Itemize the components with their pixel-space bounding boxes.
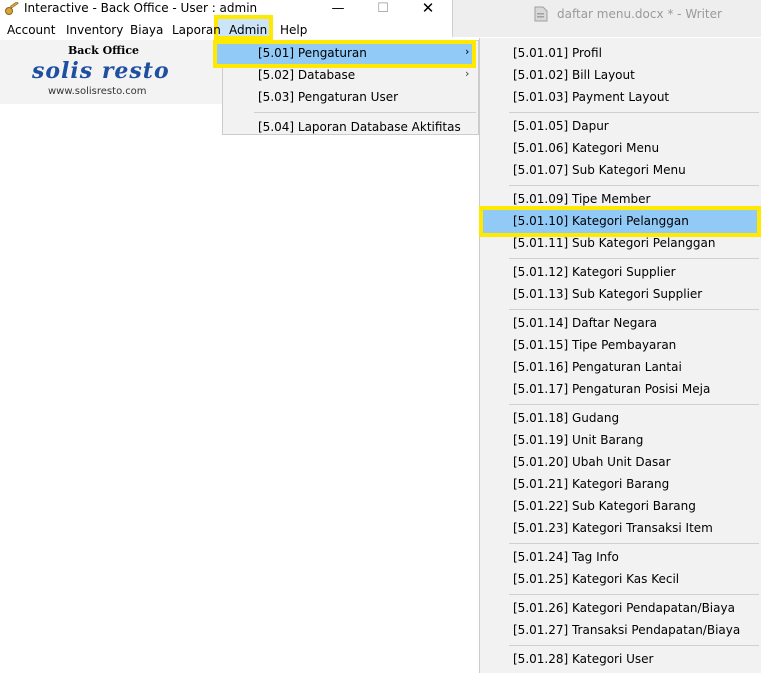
submenu-item-tipe-pembayaran[interactable]: [5.01.15] Tipe Pembayaran (513, 335, 676, 355)
app-key-icon (4, 1, 20, 17)
submenu-item-ubah-unit-dasar[interactable]: [5.01.20] Ubah Unit Dasar (513, 452, 671, 472)
menu-inventory[interactable]: Inventory (66, 21, 123, 39)
submenu-item-profil[interactable]: [5.01.01] Profil (513, 43, 602, 63)
menu-separator (509, 404, 759, 405)
logo-url: www.solisresto.com (48, 86, 147, 97)
window-title: Interactive - Back Office - User : admin (24, 1, 258, 15)
submenu-item-pengaturan-lantai[interactable]: [5.01.16] Pengaturan Lantai (513, 357, 682, 377)
menu-help[interactable]: Help (280, 21, 307, 39)
submenu-item-kategori-pelanggan[interactable]: [5.01.10] Kategori Pelanggan (513, 211, 689, 231)
minimize-button[interactable]: — (315, 0, 361, 19)
menu-item-pengaturan-user[interactable]: [5.03] Pengaturan User (258, 87, 398, 107)
submenu-item-sub-kategori-supplier[interactable]: [5.01.13] Sub Kategori Supplier (513, 284, 702, 304)
menu-separator (254, 112, 476, 113)
writer-window-title: daftar menu.docx * - Writer (557, 7, 722, 21)
submenu-item-payment-layout[interactable]: [5.01.03] Payment Layout (513, 87, 669, 107)
menu-biaya[interactable]: Biaya (130, 21, 163, 39)
menu-separator (509, 645, 759, 646)
submenu-item-kategori-transaksi-item[interactable]: [5.01.23] Kategori Transaksi Item (513, 518, 713, 538)
submenu-item-kategori-user[interactable]: [5.01.28] Kategori User (513, 649, 653, 669)
menu-account[interactable]: Account (7, 21, 55, 39)
menu-separator (509, 543, 759, 544)
submenu-arrow-icon: › (465, 45, 470, 58)
submenu-item-kategori-menu[interactable]: [5.01.06] Kategori Menu (513, 138, 659, 158)
logo-heading: Back Office (68, 44, 140, 57)
submenu-item-sub-kategori-menu[interactable]: [5.01.07] Sub Kategori Menu (513, 160, 686, 180)
maximize-button[interactable]: ☐ (360, 0, 406, 19)
logo-brand-name: solis resto (32, 58, 170, 84)
close-button[interactable]: ✕ (405, 0, 451, 19)
menu-separator (509, 112, 759, 113)
submenu-item-unit-barang[interactable]: [5.01.19] Unit Barang (513, 430, 643, 450)
submenu-item-sub-kategori-pelanggan[interactable]: [5.01.11] Sub Kategori Pelanggan (513, 233, 715, 253)
submenu-item-kategori-pendapatan-biaya[interactable]: [5.01.26] Kategori Pendapatan/Biaya (513, 598, 735, 618)
menu-item-database[interactable]: [5.02] Database (258, 65, 355, 85)
submenu-item-bill-layout[interactable]: [5.01.02] Bill Layout (513, 65, 635, 85)
menu-separator (509, 185, 759, 186)
submenu-item-gudang[interactable]: [5.01.18] Gudang (513, 408, 619, 428)
submenu-item-kategori-supplier[interactable]: [5.01.12] Kategori Supplier (513, 262, 676, 282)
menu-separator (509, 258, 759, 259)
submenu-item-kategori-kas-kecil[interactable]: [5.01.25] Kategori Kas Kecil (513, 569, 679, 589)
submenu-item-tag-info[interactable]: [5.01.24] Tag Info (513, 547, 619, 567)
submenu-item-daftar-negara[interactable]: [5.01.14] Daftar Negara (513, 313, 657, 333)
menu-separator (509, 309, 759, 310)
submenu-item-sub-kategori-barang[interactable]: [5.01.22] Sub Kategori Barang (513, 496, 696, 516)
menu-admin[interactable]: Admin (229, 21, 267, 39)
submenu-arrow-icon: › (465, 67, 470, 80)
submenu-item-kategori-barang[interactable]: [5.01.21] Kategori Barang (513, 474, 669, 494)
submenu-item-transaksi-pendapatan-biaya[interactable]: [5.01.27] Transaksi Pendapatan/Biaya (513, 620, 740, 640)
menu-item-pengaturan[interactable]: [5.01] Pengaturan (258, 43, 367, 63)
submenu-item-tipe-member[interactable]: [5.01.09] Tipe Member (513, 189, 650, 209)
submenu-item-pengaturan-posisi-meja[interactable]: [5.01.17] Pengaturan Posisi Meja (513, 379, 710, 399)
writer-document-icon (534, 6, 548, 22)
submenu-item-dapur[interactable]: [5.01.05] Dapur (513, 116, 609, 136)
menu-item-laporan-database-aktifitas[interactable]: [5.04] Laporan Database Aktifitas (258, 117, 461, 137)
menu-laporan[interactable]: Laporan (172, 21, 221, 39)
menu-separator (509, 594, 759, 595)
